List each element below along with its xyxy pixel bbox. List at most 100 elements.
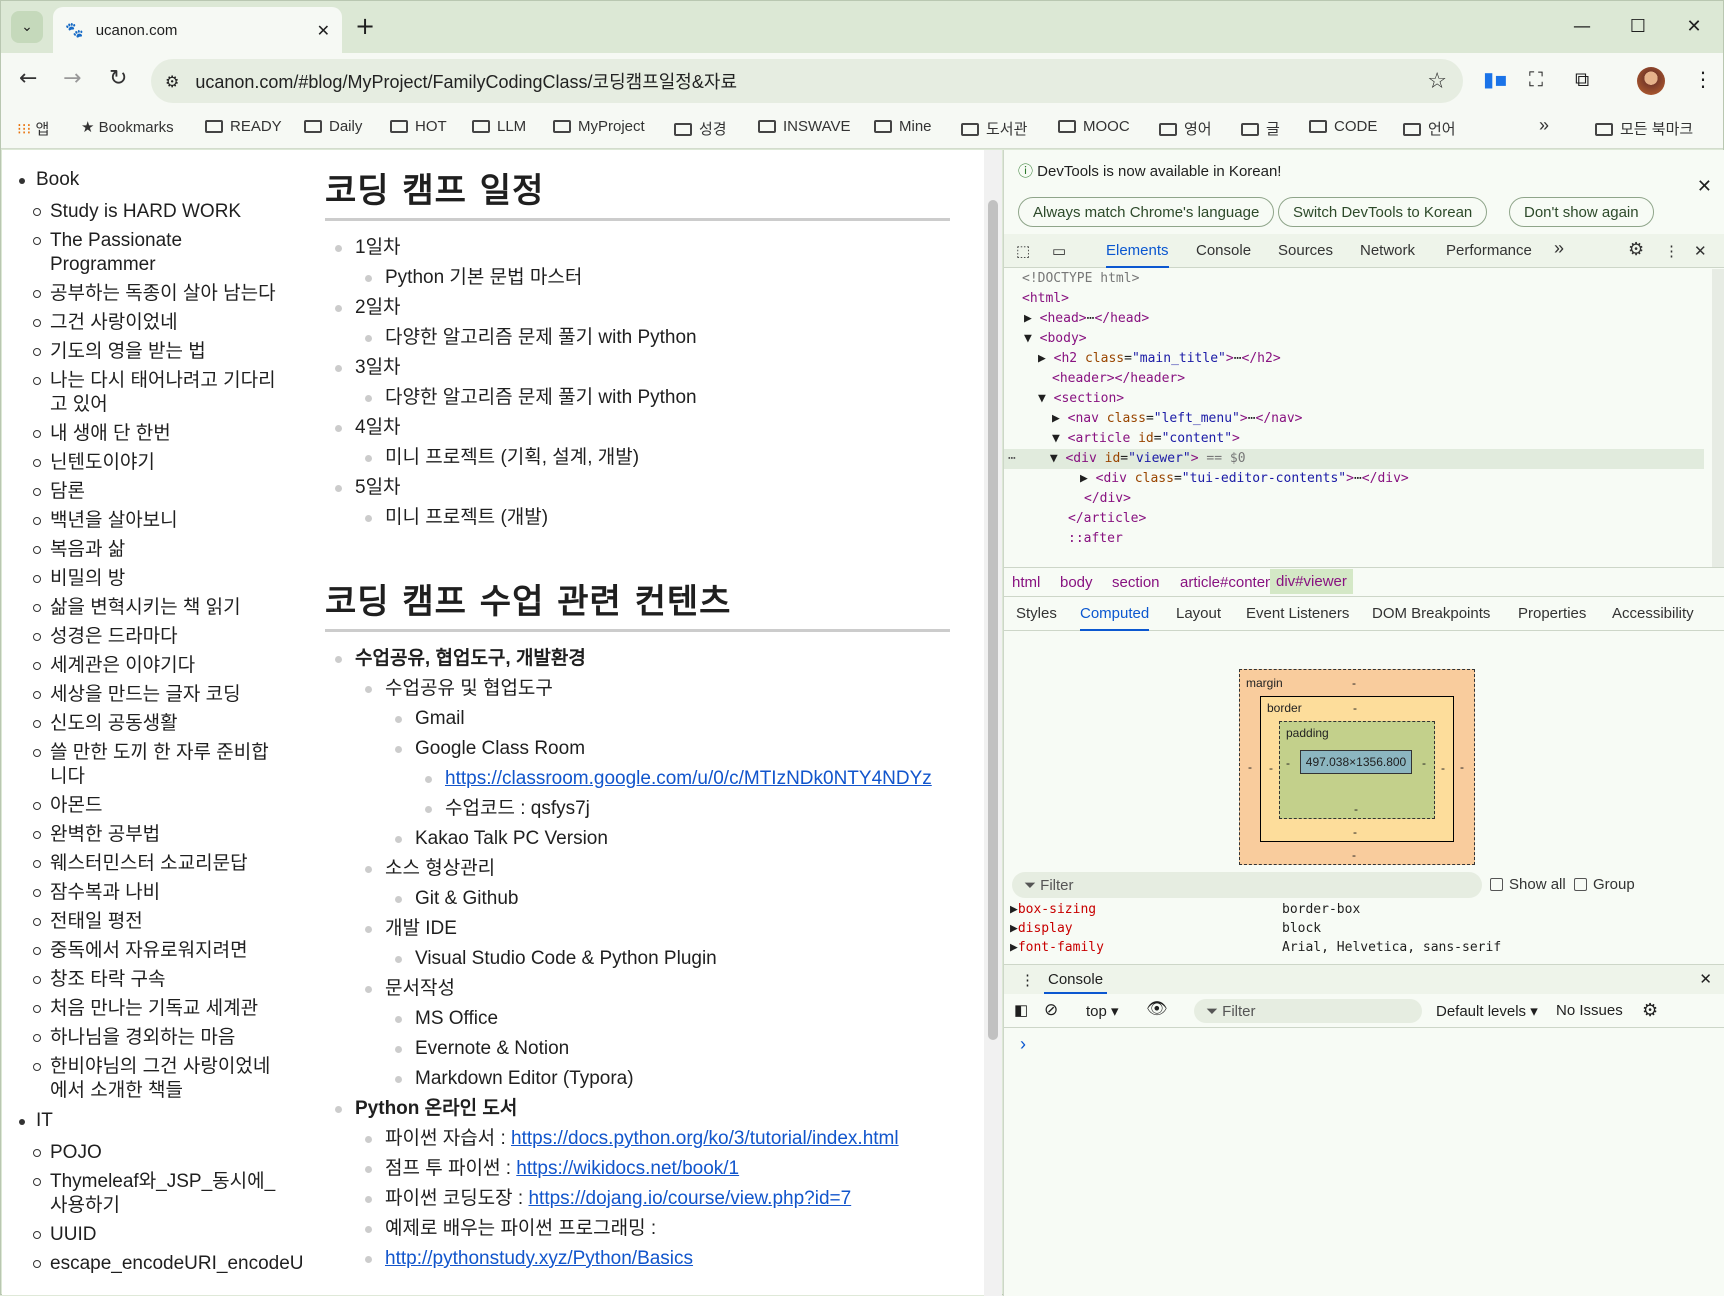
extensions-puzzle-icon[interactable]: ⧉ bbox=[1575, 67, 1589, 91]
dom-node[interactable]: ▶ <nav class="left_menu">⋯</nav> bbox=[1052, 409, 1302, 429]
all-bookmarks-folder[interactable]: 모든 북마크 bbox=[1595, 118, 1693, 139]
dom-node[interactable]: </article> bbox=[1068, 509, 1146, 529]
tab-sources[interactable]: Sources bbox=[1278, 242, 1333, 259]
bookmarks-overflow-button[interactable]: » bbox=[1539, 115, 1549, 136]
python-tutorial-link[interactable]: https://docs.python.org/ko/3/tutorial/in… bbox=[511, 1128, 899, 1149]
dont-show-again-button[interactable]: Don't show again bbox=[1509, 197, 1654, 227]
console-drawer-tab[interactable]: Console bbox=[1044, 971, 1108, 994]
menu-item[interactable]: 처음 만나는 기독교 세계관 bbox=[2, 997, 292, 1021]
tab-network[interactable]: Network bbox=[1360, 242, 1415, 259]
screenshot-icon[interactable]: ⛶ bbox=[1529, 67, 1543, 91]
dom-node[interactable]: ▶ <div class="tui-editor-contents">⋯</di… bbox=[1080, 469, 1409, 489]
menu-item[interactable]: 닌텐도이야기 bbox=[2, 451, 292, 475]
menu-item[interactable]: UUID bbox=[2, 1223, 292, 1247]
collapse-triangle-icon[interactable]: ▼ bbox=[1052, 431, 1060, 446]
tab-search-button[interactable]: ⌄ bbox=[11, 11, 43, 43]
bookmark-folder[interactable]: 도서관 bbox=[961, 118, 1027, 139]
menu-item[interactable]: Study is HARD WORK bbox=[2, 200, 292, 224]
bookmark-folder[interactable]: READY bbox=[205, 118, 282, 135]
menu-item[interactable]: 담론 bbox=[2, 480, 292, 504]
dom-node[interactable]: ▼ <article id="content"> bbox=[1052, 429, 1240, 449]
extension-trello-icon[interactable]: ▮▪ bbox=[1483, 67, 1508, 91]
bookmark-folder[interactable]: 언어 bbox=[1403, 118, 1456, 139]
menu-item[interactable]: 잠수복과 나비 bbox=[2, 881, 292, 905]
breadcrumb-item[interactable]: article#content bbox=[1180, 574, 1278, 591]
expand-triangle-icon[interactable]: ▶ bbox=[1038, 351, 1046, 366]
expand-triangle-icon[interactable]: ▶ bbox=[1052, 411, 1060, 426]
drawer-menu-icon[interactable]: ⋮ bbox=[1020, 971, 1035, 989]
bookmark-folder[interactable]: Daily bbox=[304, 118, 362, 135]
tab-properties[interactable]: Properties bbox=[1518, 605, 1586, 622]
breadcrumb-item[interactable]: body bbox=[1060, 574, 1093, 591]
log-levels-dropdown[interactable]: Default levels ▾ bbox=[1436, 1002, 1538, 1020]
back-arrow-icon[interactable]: ← bbox=[19, 67, 37, 91]
show-all-checkbox[interactable]: Show all bbox=[1490, 876, 1566, 893]
minimize-button[interactable]: — bbox=[1559, 9, 1605, 43]
menu-item[interactable]: 백년을 살아보니 bbox=[2, 509, 292, 533]
expand-triangle-icon[interactable]: ▶ bbox=[1010, 940, 1018, 955]
menu-item[interactable]: 창조 타락 구속 bbox=[2, 968, 292, 992]
bookmark-star-icon[interactable]: ☆ bbox=[1427, 69, 1447, 94]
menu-item[interactable]: 성경은 드라마다 bbox=[2, 625, 292, 649]
console-filter-input[interactable]: ⏷ Filter bbox=[1194, 999, 1422, 1023]
computed-property-row[interactable]: ▶font-family bbox=[1010, 940, 1104, 955]
dojang-link[interactable]: https://dojang.io/course/view.php?id=7 bbox=[528, 1188, 851, 1209]
tab-console[interactable]: Console bbox=[1196, 242, 1251, 259]
menu-item[interactable]: 쓸 만한 도끼 한 자루 준비합니다 bbox=[2, 741, 292, 789]
wikidocs-link[interactable]: https://wikidocs.net/book/1 bbox=[516, 1158, 739, 1179]
device-toggle-icon[interactable]: ▭ bbox=[1052, 242, 1066, 260]
collapse-triangle-icon[interactable]: ▼ bbox=[1038, 391, 1046, 406]
tab-close-icon[interactable]: ✕ bbox=[317, 21, 330, 40]
collapse-triangle-icon[interactable]: ▼ bbox=[1024, 331, 1032, 346]
expand-triangle-icon[interactable]: ▶ bbox=[1024, 311, 1032, 326]
browser-tab[interactable]: 🐾 ucanon.com ✕ bbox=[53, 7, 342, 53]
issues-counter[interactable]: No Issues bbox=[1556, 1002, 1623, 1019]
ellipsis-icon[interactable]: ⋯ bbox=[1234, 351, 1242, 366]
bookmark-folder[interactable]: 영어 bbox=[1159, 118, 1212, 139]
kebab-menu-icon[interactable]: ⋮ bbox=[1693, 67, 1713, 91]
more-tabs-button[interactable]: » bbox=[1554, 238, 1564, 259]
checkbox-box[interactable] bbox=[1490, 878, 1503, 891]
tab-event-listeners[interactable]: Event Listeners bbox=[1246, 605, 1349, 622]
bookmarks-bookmark[interactable]: ★ Bookmarks bbox=[81, 118, 174, 136]
pythonstudy-link[interactable]: http://pythonstudy.xyz/Python/Basics bbox=[385, 1248, 693, 1269]
menu-item[interactable]: 기도의 영을 받는 법 bbox=[2, 340, 292, 364]
switch-korean-button[interactable]: Switch DevTools to Korean bbox=[1278, 197, 1488, 227]
url-text[interactable]: ucanon.com/#blog/MyProject/FamilyCodingC… bbox=[195, 68, 737, 94]
bookmark-folder[interactable]: 성경 bbox=[674, 118, 727, 139]
maximize-button[interactable]: ☐ bbox=[1615, 9, 1661, 43]
tab-accessibility[interactable]: Accessibility bbox=[1612, 605, 1694, 622]
menu-item[interactable]: 나는 다시 태어나려고 기다리고 있어 bbox=[2, 369, 292, 417]
forward-arrow-icon[interactable]: → bbox=[63, 67, 81, 91]
expand-triangle-icon[interactable]: ▶ bbox=[1010, 902, 1018, 917]
tab-layout[interactable]: Layout bbox=[1176, 605, 1221, 622]
group-checkbox[interactable]: Group bbox=[1574, 876, 1635, 893]
computed-filter-input[interactable]: ⏷ Filter bbox=[1012, 872, 1482, 898]
menu-item[interactable]: 세상을 만드는 글자 코딩 bbox=[2, 683, 292, 707]
menu-item[interactable]: 비밀의 방 bbox=[2, 567, 292, 591]
expand-triangle-icon[interactable]: ▶ bbox=[1080, 471, 1088, 486]
computed-property-row[interactable]: ▶box-sizing bbox=[1010, 902, 1096, 917]
bookmark-folder[interactable]: HOT bbox=[390, 118, 447, 135]
settings-gear-icon[interactable]: ⚙ bbox=[1628, 239, 1644, 260]
breadcrumb-item[interactable]: html bbox=[1012, 574, 1040, 591]
dom-node[interactable]: </div> bbox=[1084, 489, 1131, 509]
dom-node[interactable]: ▼ <body> bbox=[1024, 329, 1087, 349]
new-tab-button[interactable]: + bbox=[355, 13, 375, 39]
menu-item[interactable]: Thymeleaf와_JSP_동시에_사용하기 bbox=[2, 1170, 292, 1218]
kebab-menu-icon[interactable]: ⋮ bbox=[1664, 242, 1679, 260]
dom-node[interactable]: <html> bbox=[1022, 289, 1069, 309]
selected-dom-node[interactable]: ⋯ ▼ <div id="viewer"> == $0 bbox=[1004, 449, 1704, 469]
menu-item[interactable]: POJO bbox=[2, 1141, 292, 1165]
menu-item[interactable]: 그건 사랑이었네 bbox=[2, 311, 292, 335]
live-expression-eye-icon[interactable]: 👁 bbox=[1146, 999, 1168, 1019]
menu-item[interactable]: 하나님을 경외하는 마음 bbox=[2, 1026, 292, 1050]
close-infobar-icon[interactable]: ✕ bbox=[1697, 176, 1712, 197]
collapse-triangle-icon[interactable]: ▼ bbox=[1050, 451, 1058, 466]
clear-console-icon[interactable]: ⊘ bbox=[1044, 1000, 1058, 1020]
menu-item[interactable]: 내 생애 단 한번 bbox=[2, 422, 292, 446]
menu-item[interactable]: 아몬드 bbox=[2, 794, 292, 818]
expand-triangle-icon[interactable]: ▶ bbox=[1010, 921, 1018, 936]
close-window-button[interactable]: ✕ bbox=[1671, 9, 1717, 43]
breadcrumb-item[interactable]: section bbox=[1112, 574, 1160, 591]
